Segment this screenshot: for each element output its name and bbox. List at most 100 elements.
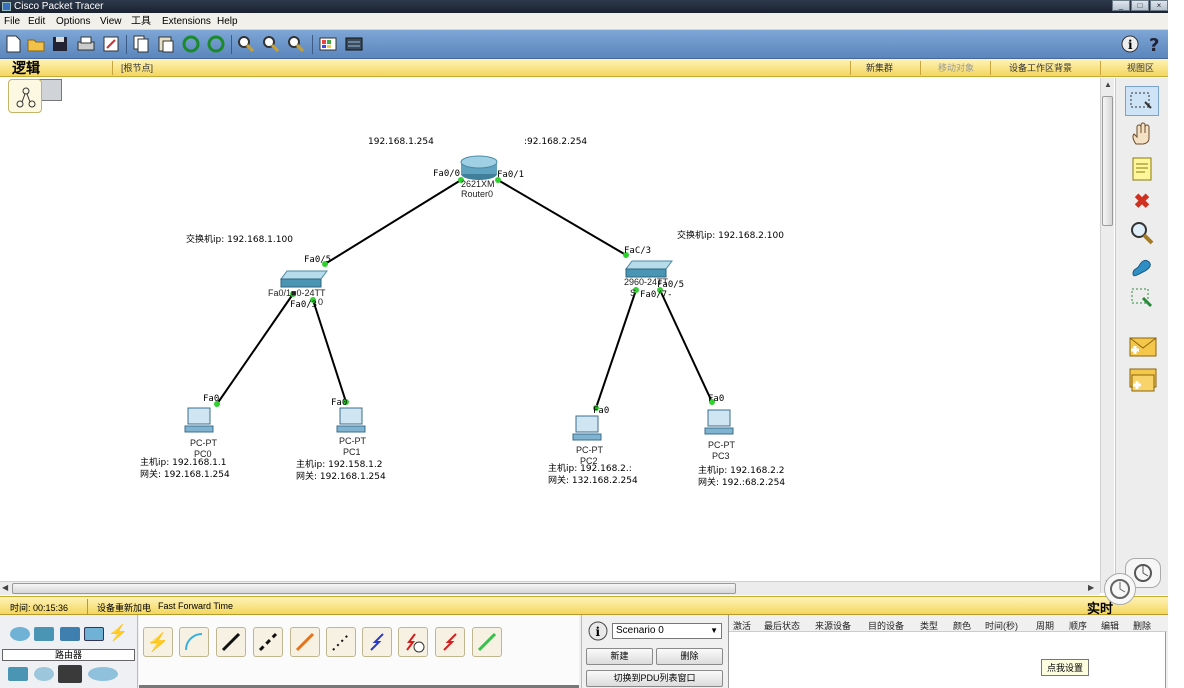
auto-connection-icon[interactable]: ⚡ [143, 627, 173, 657]
pc0-type[interactable]: PC-PT [190, 438, 217, 448]
coaxial-cable-icon[interactable] [362, 627, 392, 657]
switch0-port-down-right: Fa0/3 [290, 300, 318, 310]
delete-x-icon[interactable]: ✖ [1125, 186, 1159, 216]
move-layout-hand-icon[interactable] [1125, 120, 1159, 150]
pdu-col-last-status[interactable]: 最后状态 [764, 619, 800, 632]
activity-wizard-icon[interactable] [101, 34, 121, 54]
maximize-button[interactable]: □ [1131, 0, 1149, 11]
menu-file[interactable]: File [4, 15, 20, 28]
info-icon[interactable]: i [1120, 34, 1140, 54]
pdu-col-color[interactable]: 颜色 [953, 619, 971, 632]
pdu-list-table: 激活 最后状态 来源设备 目的设备 类型 颜色 时间(秒) 周期 顺序 编辑 删… [728, 615, 1167, 688]
switch0-name[interactable]: 0 [318, 297, 323, 307]
pc3-type[interactable]: PC-PT [708, 440, 735, 450]
pdu-col-delete[interactable]: 删除 [1133, 619, 1151, 632]
horizontal-scroll-thumb[interactable] [12, 583, 736, 594]
serial-dce-cable-icon[interactable] [398, 627, 428, 657]
zoom-out-icon[interactable] [286, 34, 306, 54]
octal-cable-icon[interactable] [472, 627, 502, 657]
zoom-reset-icon[interactable] [261, 34, 281, 54]
horizontal-scrollbar[interactable]: ◀ ▶ [0, 581, 1100, 595]
viewport-button[interactable]: 视图区 [1127, 61, 1154, 75]
menu-edit[interactable]: Edit [28, 15, 45, 28]
switch0-model[interactable]: Fa0/1■0-24TT [268, 288, 325, 298]
vertical-scroll-thumb[interactable] [1102, 96, 1113, 226]
wan-category-icon[interactable] [34, 667, 54, 681]
minimize-button[interactable]: _ [1112, 0, 1130, 11]
root-node-link[interactable]: [根节点] [121, 61, 153, 75]
multiuser-category-icon[interactable] [88, 667, 118, 681]
logical-view-icon[interactable] [8, 79, 42, 113]
fiber-cable-icon[interactable] [290, 627, 320, 657]
custom-device-icon[interactable] [344, 34, 364, 54]
menu-view[interactable]: View [100, 15, 122, 28]
serial-dte-cable-icon[interactable] [435, 627, 465, 657]
pdu-col-source[interactable]: 来源设备 [815, 619, 851, 632]
menu-help[interactable]: Help [217, 15, 238, 28]
pdu-col-periodic[interactable]: 周期 [1036, 619, 1054, 632]
zoom-in-icon[interactable] [236, 34, 256, 54]
menu-extensions[interactable]: Extensions [162, 15, 211, 28]
scenario-info-icon[interactable]: i [588, 621, 608, 641]
resize-shape-icon[interactable] [1125, 284, 1159, 314]
inspect-magnifier-icon[interactable] [1125, 218, 1159, 248]
new-cluster-button[interactable]: 新集群 [866, 61, 893, 75]
crossover-cable-icon[interactable] [253, 627, 283, 657]
power-cycle-button[interactable]: 设备重新加电 [97, 601, 151, 614]
vertical-scrollbar[interactable]: ▲ ▼ [1100, 78, 1114, 593]
undo-icon[interactable] [181, 34, 201, 54]
move-object-button[interactable]: 移动对象 [938, 61, 974, 75]
pdu-col-active[interactable]: 激活 [733, 619, 751, 632]
realtime-clock-icon[interactable] [1104, 573, 1136, 605]
hub-category-icon[interactable] [60, 627, 80, 641]
router-category-icon[interactable] [10, 627, 30, 641]
copy-icon[interactable] [131, 34, 151, 54]
router-name[interactable]: Router0 [461, 189, 493, 199]
connections-category-icon[interactable]: ⚡ [108, 626, 128, 642]
pdu-col-type[interactable]: 类型 [920, 619, 938, 632]
pdu-col-num[interactable]: 顺序 [1069, 619, 1087, 632]
router-model[interactable]: 2621XM [461, 179, 495, 189]
draw-shape-icon[interactable] [1125, 252, 1159, 282]
logical-workspace-canvas[interactable]: 192.168.1.254 :92.168.2.254 Fa0/0 Fa0/1 … [0, 78, 1100, 581]
save-icon[interactable] [50, 34, 70, 54]
pc1-type[interactable]: PC-PT [339, 436, 366, 446]
fast-forward-button[interactable]: Fast Forward Time [158, 601, 233, 611]
add-complex-pdu-icon[interactable] [1125, 366, 1159, 396]
new-file-icon[interactable] [3, 34, 23, 54]
custom-device-category-icon[interactable] [58, 665, 82, 683]
wireless-category-icon[interactable] [84, 627, 104, 641]
logical-workspace-tab[interactable]: 逻辑 [12, 59, 40, 77]
pc1-name[interactable]: PC1 [343, 447, 361, 457]
close-button[interactable]: × [1150, 0, 1168, 11]
add-simple-pdu-icon[interactable] [1125, 332, 1159, 362]
switch1-name[interactable]: S [630, 288, 636, 298]
svg-text:?: ? [1149, 35, 1159, 54]
open-folder-icon[interactable] [26, 34, 46, 54]
pdu-col-destination[interactable]: 目的设备 [868, 619, 904, 632]
print-icon[interactable] [76, 34, 96, 54]
endpoint-category-icon[interactable] [8, 667, 28, 681]
help-icon[interactable]: ? [1145, 34, 1165, 56]
select-tool-icon[interactable] [1125, 86, 1159, 116]
set-background-button[interactable]: 设备工作区背景 [1009, 61, 1072, 75]
pdu-col-time[interactable]: 时间(秒) [985, 619, 1018, 632]
redo-icon[interactable] [206, 34, 226, 54]
delete-scenario-button[interactable]: 删除 [656, 648, 723, 665]
menu-options[interactable]: Options [56, 15, 90, 28]
pc3-name[interactable]: PC3 [712, 451, 730, 461]
new-scenario-button[interactable]: 新建 [586, 648, 653, 665]
switch-category-icon[interactable] [34, 627, 54, 641]
pc2-type[interactable]: PC-PT [576, 445, 603, 455]
phone-cable-icon[interactable] [326, 627, 356, 657]
scenario-select[interactable]: Scenario 0 ▼ [612, 623, 722, 639]
console-cable-icon[interactable] [179, 627, 209, 657]
place-note-icon[interactable] [1125, 154, 1159, 184]
palette-icon[interactable] [318, 34, 338, 54]
paste-icon[interactable] [156, 34, 176, 54]
toggle-pdu-list-button[interactable]: 切换到PDU列表窗口 [586, 670, 723, 687]
straight-through-cable-icon[interactable] [216, 627, 246, 657]
menu-tools[interactable]: 工具 [131, 15, 151, 28]
link-switch0-pc1 [312, 299, 347, 403]
pdu-col-edit[interactable]: 编辑 [1101, 619, 1119, 632]
